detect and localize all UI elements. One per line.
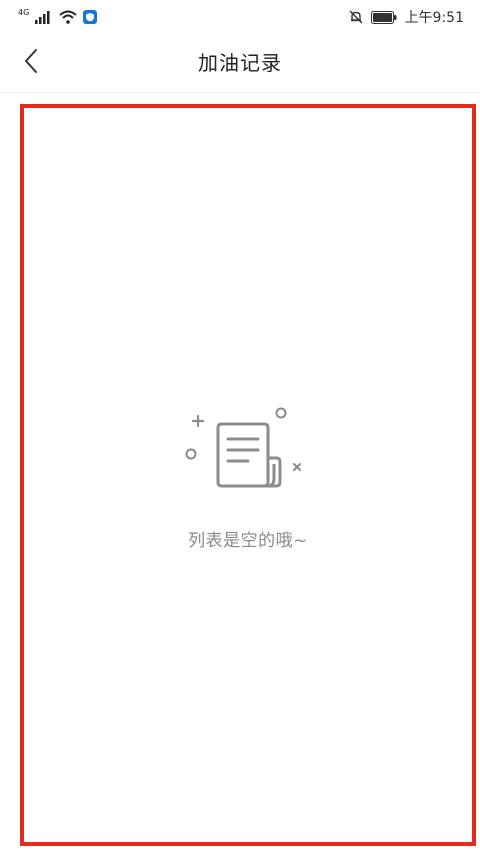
empty-message: 列表是空的哦~ (188, 531, 308, 551)
shield-app-icon (83, 10, 98, 24)
mute-bell-icon (349, 10, 363, 24)
network-type-label: 4G (18, 8, 30, 17)
app-header: 加油记录 (0, 34, 480, 93)
battery-icon (370, 10, 397, 24)
status-bar: 4G 上午9:51 (0, 0, 480, 34)
wifi-icon (59, 10, 77, 24)
record-list-area: 列表是空的哦~ (20, 104, 476, 846)
status-right-group: 上午9:51 (349, 7, 464, 27)
document-scroll-icon (180, 406, 316, 496)
status-left-group: 4G (18, 7, 98, 27)
page-title: 加油记录 (198, 51, 282, 75)
empty-state: 列表是空的哦~ (24, 406, 472, 551)
status-time: 上午9:51 (404, 10, 464, 26)
signal-icon (35, 10, 53, 24)
